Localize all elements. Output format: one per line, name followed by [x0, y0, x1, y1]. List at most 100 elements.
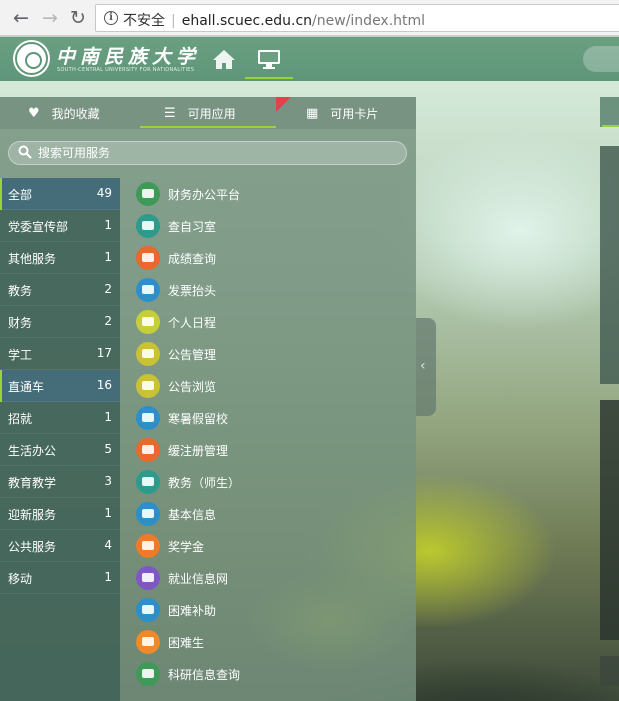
- tab-available-cards[interactable]: ▦ 可用卡片: [306, 97, 378, 129]
- header-active-indicator: [245, 77, 293, 79]
- category-count: 1: [104, 218, 112, 232]
- desktop-icon[interactable]: [257, 48, 281, 70]
- app-item[interactable]: 查自习室: [120, 210, 416, 242]
- study-room-icon: [136, 214, 160, 238]
- category-name: 生活办公: [8, 444, 57, 458]
- deferred-registration-icon: [136, 438, 160, 462]
- category-count: 16: [96, 378, 112, 392]
- tab-favorites[interactable]: ♥ 我的收藏: [28, 97, 100, 129]
- basic-info-icon: [136, 502, 160, 526]
- tab-label: 我的收藏: [51, 106, 100, 121]
- category-name: 财务: [8, 316, 33, 330]
- category-item[interactable]: 党委宣传部 1: [0, 210, 120, 242]
- logo-name: 中南民族大学: [56, 46, 201, 68]
- employment-icon: [136, 566, 160, 590]
- category-item[interactable]: 招就 1: [0, 402, 120, 434]
- category-item[interactable]: 全部 49: [0, 178, 120, 210]
- category-item[interactable]: 教务 2: [0, 274, 120, 306]
- info-icon[interactable]: i: [104, 11, 118, 25]
- category-count: 49: [96, 186, 112, 200]
- reload-icon[interactable]: ↻: [66, 6, 90, 30]
- app-label: 公告管理: [168, 348, 217, 362]
- app-label: 寒暑假留校: [168, 412, 229, 426]
- university-seal-logo: [15, 42, 48, 75]
- category-name: 迎新服务: [8, 508, 57, 522]
- category-count: 1: [104, 506, 112, 520]
- app-item[interactable]: 发票抬头: [120, 274, 416, 306]
- app-item[interactable]: 成绩查询: [120, 242, 416, 274]
- app-item[interactable]: 就业信息网: [120, 562, 416, 594]
- app-item[interactable]: 困难补助: [120, 594, 416, 626]
- holiday-stay-icon: [136, 406, 160, 430]
- app-label: 缓注册管理: [168, 444, 229, 458]
- panel-tabs: ♥ 我的收藏 ☰ 可用应用 ▦ 可用卡片: [0, 97, 416, 129]
- category-name: 教育教学: [8, 476, 57, 490]
- app-item[interactable]: 教务（师生）: [120, 466, 416, 498]
- address-bar[interactable]: i 不安全 | ehall.scuec.edu.cn/new/index.html: [95, 4, 619, 32]
- back-arrow-icon[interactable]: ←: [9, 6, 33, 30]
- list-icon: ☰: [164, 105, 176, 121]
- app-item[interactable]: 寒暑假留校: [120, 402, 416, 434]
- calendar-icon: [136, 310, 160, 334]
- category-name: 教务: [8, 284, 33, 298]
- active-tab-indicator: [140, 126, 276, 128]
- panel-collapse-handle[interactable]: ‹: [416, 318, 436, 416]
- logo-subtitle: SOUTH-CENTRAL UNIVERSITY FOR NATIONALITI…: [57, 67, 195, 73]
- app-item[interactable]: 公告管理: [120, 338, 416, 370]
- app-label: 就业信息网: [168, 572, 229, 586]
- announcement-manage-icon: [136, 342, 160, 366]
- category-name: 全部: [8, 188, 33, 202]
- app-label: 教务（师生）: [168, 476, 241, 490]
- app-label: 困难补助: [168, 604, 217, 618]
- tab-label: 可用卡片: [330, 106, 379, 121]
- security-label: 不安全: [123, 13, 165, 29]
- scholarship-icon: [136, 534, 160, 558]
- search-input[interactable]: [38, 144, 398, 162]
- app-item[interactable]: 奖学金: [120, 530, 416, 562]
- tab-label: 可用应用: [187, 106, 236, 121]
- right-panel-tab[interactable]: [600, 97, 619, 127]
- category-item[interactable]: 财务 2: [0, 306, 120, 338]
- category-count: 3: [104, 474, 112, 488]
- category-item[interactable]: 其他服务 1: [0, 242, 120, 274]
- heart-icon: ♥: [28, 105, 40, 121]
- service-search[interactable]: [8, 141, 407, 165]
- invoice-icon: [136, 278, 160, 302]
- category-list: 全部 49 党委宣传部 1 其他服务 1 教务 2 财务 2 学工 17 直通车 16 招就 1…: [0, 178, 120, 701]
- app-list: 财务办公平台 查自习室 成绩查询 发票抬头 个人日程 公告管理 公告浏览 寒暑假…: [120, 178, 416, 701]
- category-item[interactable]: 公共服务 4: [0, 530, 120, 562]
- category-item[interactable]: 迎新服务 1: [0, 498, 120, 530]
- header-search-box[interactable]: [583, 46, 619, 72]
- hardship-subsidy-icon: [136, 598, 160, 622]
- category-item[interactable]: 生活办公 5: [0, 434, 120, 466]
- category-name: 学工: [8, 348, 33, 362]
- category-name: 移动: [8, 572, 33, 586]
- app-item[interactable]: 困难生: [120, 626, 416, 658]
- category-item[interactable]: 直通车 16: [0, 370, 120, 402]
- url-host: ehall.scuec.edu.cn: [181, 13, 313, 29]
- app-label: 基本信息: [168, 508, 217, 522]
- research-info-icon: [136, 662, 160, 686]
- home-icon[interactable]: [212, 48, 236, 70]
- category-count: 2: [104, 282, 112, 296]
- app-label: 财务办公平台: [168, 188, 241, 202]
- url-path: /new/index.html: [312, 13, 426, 29]
- app-item[interactable]: 公告浏览: [120, 370, 416, 402]
- category-count: 1: [104, 410, 112, 424]
- category-item[interactable]: 教育教学 3: [0, 466, 120, 498]
- app-item[interactable]: 个人日程: [120, 306, 416, 338]
- app-item[interactable]: 基本信息: [120, 498, 416, 530]
- app-label: 发票抬头: [168, 284, 217, 298]
- app-label: 成绩查询: [168, 252, 217, 266]
- forward-arrow-icon[interactable]: →: [38, 6, 62, 30]
- category-item[interactable]: 移动 1: [0, 562, 120, 594]
- category-name: 招就: [8, 412, 33, 426]
- app-item[interactable]: 财务办公平台: [120, 178, 416, 210]
- category-name: 党委宣传部: [8, 220, 69, 234]
- tab-available-apps[interactable]: ☰ 可用应用: [164, 97, 236, 129]
- category-item[interactable]: 学工 17: [0, 338, 120, 370]
- category-name: 其他服务: [8, 252, 57, 266]
- app-item[interactable]: 缓注册管理: [120, 434, 416, 466]
- app-item[interactable]: 科研信息查询: [120, 658, 416, 690]
- right-panel-card: [600, 656, 619, 686]
